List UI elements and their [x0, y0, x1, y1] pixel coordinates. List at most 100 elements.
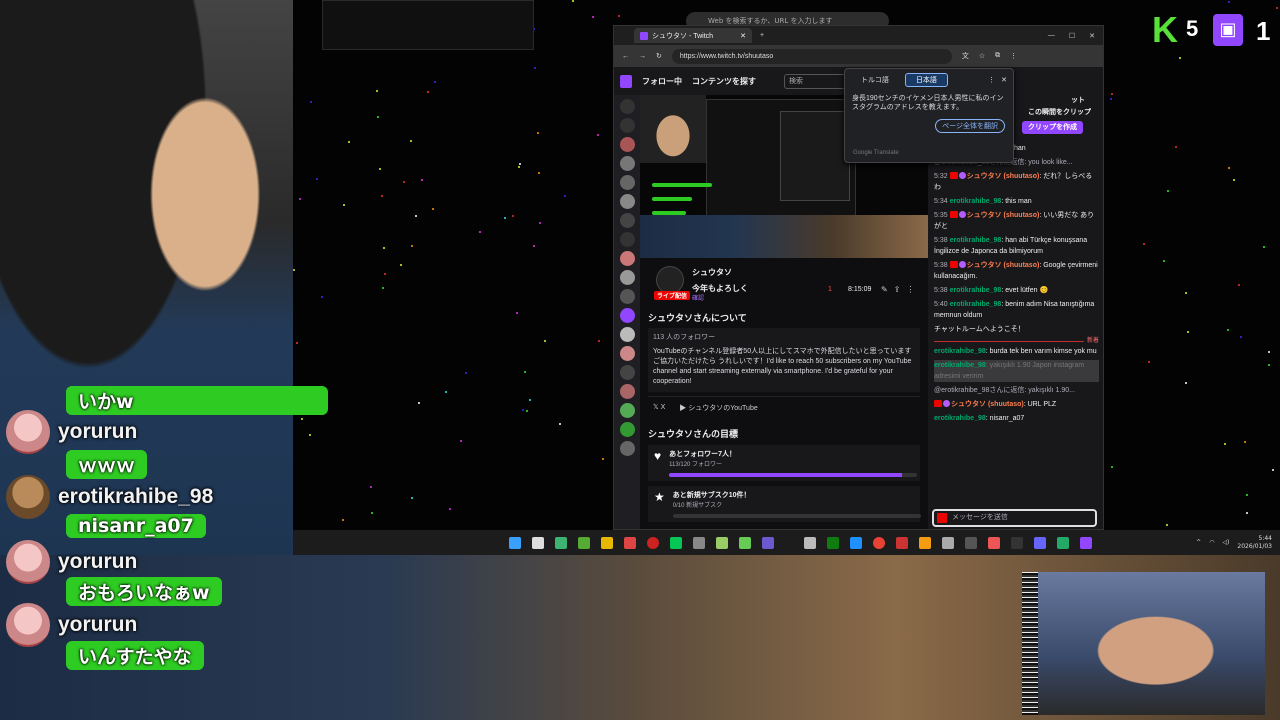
channel-avatar[interactable]	[619, 403, 635, 418]
translate-menu-icon[interactable]: ⋮	[988, 76, 995, 84]
taskbar-app-icon[interactable]	[716, 536, 728, 549]
channel-avatar[interactable]	[619, 289, 635, 304]
create-clip-button[interactable]: クリップを作成	[1022, 121, 1083, 134]
channel-avatar[interactable]	[619, 270, 635, 285]
chat-username[interactable]: シュウタソ (shuutaso)	[967, 173, 1040, 180]
chat-username[interactable]: シュウタソ (shuutaso)	[967, 212, 1040, 219]
chat-username[interactable]: erotikrahibe_98	[950, 287, 1002, 294]
translate-source-lang[interactable]: トルコ語	[851, 74, 899, 86]
extensions-icon[interactable]: ⧉	[995, 52, 1000, 60]
maximize-icon[interactable]: ☐	[1069, 32, 1075, 40]
chevron-up-icon[interactable]: ^	[1196, 539, 1201, 546]
channel-avatar[interactable]	[619, 327, 635, 342]
chat-username[interactable]: erotikrahibe_98	[934, 348, 986, 355]
clock[interactable]: 5:44 2026/01/03	[1237, 535, 1272, 551]
record-icon[interactable]	[647, 536, 659, 549]
back-icon[interactable]: ←	[622, 53, 629, 60]
taskbar-app-icon[interactable]	[693, 536, 705, 549]
taskbar-app-icon[interactable]	[919, 536, 931, 549]
reload-icon[interactable]: ↻	[656, 52, 662, 60]
folder-icon[interactable]	[601, 536, 613, 549]
nav-following[interactable]: フォロー中	[642, 76, 682, 87]
chat-message[interactable]: 5:38 erotikrahibe_98: han abi Türkçe kon…	[934, 235, 1099, 257]
taskbar-app-icon[interactable]	[762, 536, 774, 549]
twitch-logo-icon[interactable]	[620, 74, 632, 88]
menu-icon[interactable]: ⋮	[1010, 52, 1017, 60]
chat-message[interactable]: 5:38 erotikrahibe_98: evet lütfen 😊	[934, 285, 1099, 296]
taskbar-app-icon[interactable]	[804, 536, 816, 549]
channel-avatar[interactable]	[619, 175, 635, 190]
search-input[interactable]: 検索	[784, 74, 846, 89]
chat-username[interactable]: erotikrahibe_98	[950, 198, 1002, 205]
chat-username[interactable]: erotikrahibe_98	[950, 237, 1002, 244]
taskbar-app-icon[interactable]	[1057, 536, 1069, 549]
taskbar-app-icon[interactable]	[739, 536, 751, 549]
translate-page-button[interactable]: ページ全体を翻訳	[935, 119, 1005, 133]
close-window-icon[interactable]: ✕	[1089, 32, 1095, 40]
stream-action-icons[interactable]: ✎⇪⋮	[881, 285, 920, 294]
taskbar-app-icon[interactable]	[624, 536, 636, 549]
channel-avatar[interactable]	[619, 156, 635, 171]
taskbar-app-icon[interactable]	[988, 536, 1000, 549]
taskbar-app-icon[interactable]	[555, 536, 567, 549]
translate-target-lang[interactable]: 日本語	[904, 73, 948, 87]
address-bar[interactable]: https://www.twitch.tv/shuutaso	[671, 48, 952, 64]
chat-message[interactable]: 5:34 erotikrahibe_98: this man	[934, 196, 1099, 207]
taskbar-app-icon[interactable]	[1011, 536, 1023, 549]
translate-icon[interactable]: 文	[962, 51, 969, 61]
taskbar-app-icon[interactable]	[965, 536, 977, 549]
chat-username[interactable]: erotikrahibe_98	[934, 415, 986, 422]
channel-name[interactable]: シュウタソ	[692, 267, 732, 278]
social-youtube-link[interactable]: ▶ シュウタソのYouTube	[679, 403, 757, 413]
taskbar-app-icon[interactable]	[896, 536, 908, 549]
taskbar-app-icon[interactable]	[578, 536, 590, 549]
chat-message-input[interactable]: メッセージを送信	[932, 509, 1097, 527]
volume-icon[interactable]: ◁)	[1222, 539, 1229, 546]
minimize-icon[interactable]: —	[1048, 32, 1055, 40]
wifi-icon[interactable]: ◠	[1209, 539, 1214, 546]
chat-username[interactable]: シュウタソ (shuutaso)	[951, 401, 1024, 408]
taskbar-app-icon[interactable]	[1080, 536, 1092, 549]
start-icon[interactable]	[509, 536, 521, 549]
forward-icon[interactable]: →	[639, 53, 646, 60]
collapse-icon[interactable]	[619, 99, 635, 114]
chat-username[interactable]: シュウタソ (shuutaso)	[967, 262, 1040, 269]
chat-message[interactable]: erotikrahibe_98: burda tek ben varım kim…	[934, 346, 1099, 357]
channel-avatar[interactable]	[619, 422, 635, 437]
chat-message[interactable]: シュウタソ (shuutaso): URL PLZ	[934, 399, 1099, 410]
channel-avatar[interactable]	[619, 137, 635, 152]
bookmark-star-icon[interactable]: ☆	[979, 52, 985, 60]
edge-icon[interactable]	[850, 536, 862, 549]
taskbar-app-icon[interactable]	[1034, 536, 1046, 549]
chat-message[interactable]: erotikrahibe_98: yakışıklı 1.90 Japon in…	[934, 360, 1099, 382]
channel-avatar[interactable]	[619, 308, 635, 323]
nav-browse[interactable]: コンテンツを探す	[692, 76, 756, 87]
xbox-icon[interactable]	[827, 536, 839, 549]
taskbar-app-icon[interactable]	[942, 536, 954, 549]
channel-avatar[interactable]	[656, 266, 684, 294]
chat-message[interactable]: erotikrahibe_98: nisanr_a07	[934, 413, 1099, 424]
close-icon[interactable]: ✕	[1001, 76, 1007, 84]
new-tab-icon[interactable]: +	[760, 32, 764, 39]
heart-icon[interactable]	[619, 118, 635, 133]
browser-tab[interactable]: シュウタソ - Twitch ✕	[634, 28, 752, 43]
chat-message[interactable]: 5:35 シュウタソ (shuutaso): いい男だな ありがと	[934, 210, 1099, 232]
channel-avatar[interactable]	[619, 194, 635, 209]
taskbar-app-icon[interactable]	[532, 536, 544, 549]
channel-avatar[interactable]	[619, 346, 635, 361]
chat-message[interactable]: 5:38 シュウタソ (shuutaso): Google çevirmeni …	[934, 260, 1099, 282]
channel-avatar[interactable]	[619, 251, 635, 266]
channel-avatar[interactable]	[619, 384, 635, 399]
chat-message[interactable]: 5:32 シュウタソ (shuutaso): だれ？しらべるわ	[934, 171, 1099, 193]
chat-reply-context[interactable]: @erotikrahibe_98さんに返信: yakışıklı 1.90...	[934, 385, 1099, 396]
chat-username[interactable]: erotikrahibe_98	[934, 362, 986, 369]
channel-avatar[interactable]	[619, 441, 635, 456]
close-tab-icon[interactable]: ✕	[740, 32, 746, 40]
chat-username[interactable]: erotikrahibe_98	[950, 301, 1002, 308]
channel-avatar[interactable]	[619, 213, 635, 228]
channel-avatar[interactable]	[619, 365, 635, 380]
chat-message[interactable]: 5:40 erotikrahibe_98: benim adım Nisa ta…	[934, 299, 1099, 321]
line-icon[interactable]	[670, 536, 682, 549]
video-icon[interactable]	[619, 232, 635, 247]
chrome-icon[interactable]	[873, 536, 885, 549]
